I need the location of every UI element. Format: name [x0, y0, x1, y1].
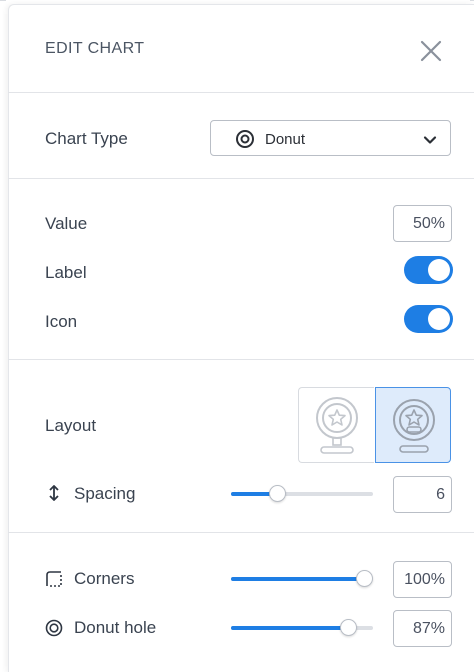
- background-edge: [0, 0, 6, 1]
- close-icon: [420, 40, 442, 62]
- donut-hole-label: Donut hole: [74, 618, 157, 637]
- corners-input[interactable]: 100%: [393, 561, 452, 598]
- divider: [8, 92, 474, 93]
- slider-fill: [231, 577, 365, 581]
- slider-thumb[interactable]: [339, 619, 357, 636]
- toggle-knob: [428, 308, 450, 330]
- chart-type-select[interactable]: Donut: [210, 120, 451, 156]
- layout-option-2[interactable]: [375, 387, 451, 463]
- slider-thumb[interactable]: [268, 485, 286, 502]
- label-toggle-label: Label: [45, 263, 87, 282]
- layout-option-1[interactable]: [298, 387, 374, 463]
- divider: [8, 359, 474, 360]
- chart-type-value: Donut: [265, 131, 306, 148]
- divider: [8, 532, 474, 533]
- panel-title: EDIT CHART: [45, 40, 145, 57]
- donut-star-layout-icon: [393, 399, 435, 453]
- value-input[interactable]: 50%: [393, 205, 452, 242]
- divider: [8, 178, 474, 179]
- slider-thumb[interactable]: [356, 570, 373, 587]
- donut-hole-slider[interactable]: [231, 618, 373, 638]
- icon-toggle[interactable]: [404, 305, 453, 333]
- donut-hole-icon: [45, 619, 63, 637]
- chart-type-label: Chart Type: [45, 129, 128, 148]
- icon-toggle-label: Icon: [45, 312, 78, 331]
- close-button[interactable]: [419, 39, 443, 63]
- corners-label: Corners: [74, 569, 135, 588]
- toggle-knob: [428, 259, 450, 281]
- background-edge: [470, 0, 474, 1]
- chevron-down-icon: [423, 136, 437, 144]
- value-label: Value: [45, 214, 88, 233]
- donut-hole-input[interactable]: 87%: [393, 610, 452, 647]
- spacing-label: Spacing: [74, 484, 136, 503]
- donut-star-layout-icon: [316, 397, 358, 454]
- spacing-slider[interactable]: [231, 484, 373, 504]
- vertical-resize-icon: [49, 485, 59, 501]
- spacing-input[interactable]: 6: [393, 476, 452, 513]
- label-toggle[interactable]: [404, 256, 453, 284]
- corners-slider[interactable]: [231, 569, 373, 589]
- slider-fill: [231, 626, 349, 630]
- dashed-corner-icon: [46, 571, 62, 587]
- layout-label: Layout: [45, 416, 97, 435]
- donut-icon: [236, 130, 254, 148]
